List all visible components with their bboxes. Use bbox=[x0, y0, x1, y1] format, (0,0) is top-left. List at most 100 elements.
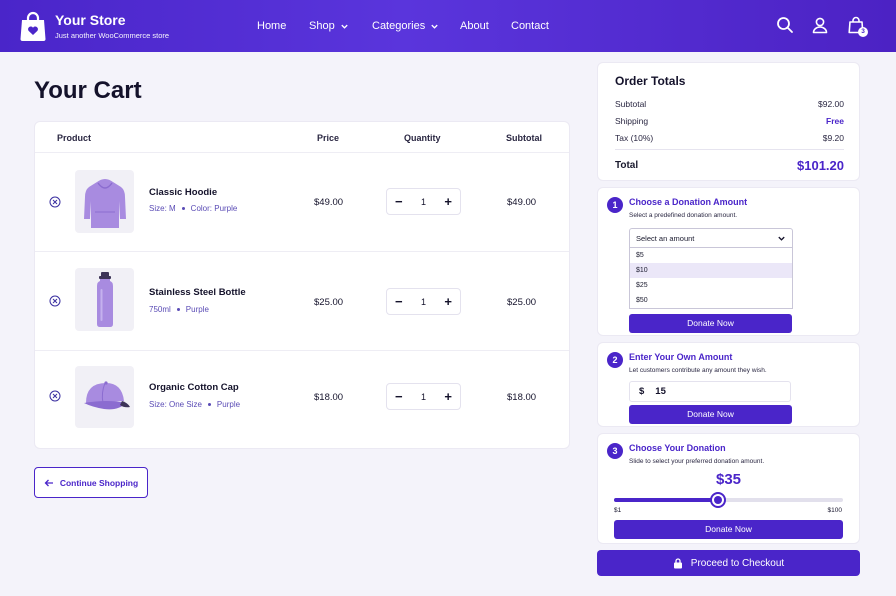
column-header-quantity: Quantity bbox=[404, 133, 441, 143]
increase-button[interactable]: + bbox=[444, 195, 452, 208]
search-icon[interactable] bbox=[776, 16, 794, 34]
total-value: $101.20 bbox=[797, 158, 844, 173]
continue-shopping-button[interactable]: Continue Shopping bbox=[34, 467, 148, 498]
product-price: $18.00 bbox=[314, 392, 344, 403]
donate-now-button[interactable]: Donate Now bbox=[629, 405, 792, 424]
product-variant: Size: One Size bbox=[149, 400, 202, 409]
remove-item-icon[interactable] bbox=[49, 390, 61, 402]
slider-min-label: $1 bbox=[614, 507, 622, 514]
product-price: $49.00 bbox=[314, 197, 344, 208]
quantity-stepper[interactable]: − 1 + bbox=[386, 288, 461, 315]
selected-donation-amount: $35 bbox=[715, 471, 742, 488]
custom-amount-input[interactable]: $ 15 bbox=[629, 381, 791, 402]
quantity-value[interactable]: 1 bbox=[421, 392, 426, 402]
hoodie-image bbox=[83, 178, 126, 228]
amount-value[interactable]: 15 bbox=[655, 386, 666, 397]
separator-dot bbox=[181, 207, 185, 210]
product-subtotal: $25.00 bbox=[507, 297, 537, 308]
divider bbox=[615, 149, 844, 150]
decrease-button[interactable]: − bbox=[395, 195, 403, 208]
product-image-bottle[interactable] bbox=[75, 268, 134, 331]
shipping-label: Shipping bbox=[615, 116, 649, 126]
donation-description: Select a predefined donation amount. bbox=[629, 212, 738, 219]
donation-title: Choose Your Donation bbox=[629, 443, 726, 453]
tax-label: Tax (10%) bbox=[615, 133, 654, 143]
quantity-stepper[interactable]: − 1 + bbox=[386, 383, 461, 410]
nav-label: Shop bbox=[309, 20, 335, 32]
product-name[interactable]: Classic Hoodie bbox=[149, 187, 217, 198]
remove-item-icon[interactable] bbox=[49, 295, 61, 307]
donation-options-list: $5 $10 $25 $50 bbox=[629, 248, 793, 309]
nav-categories[interactable]: Categories bbox=[372, 20, 439, 32]
lock-icon bbox=[673, 557, 682, 568]
brand-name[interactable]: Your Store bbox=[55, 12, 126, 28]
product-meta: 750ml Purple bbox=[149, 305, 209, 314]
subtotal-row: Subtotal $92.00 bbox=[615, 99, 844, 109]
quantity-value[interactable]: 1 bbox=[421, 297, 426, 307]
checkout-label: Proceed to Checkout bbox=[690, 557, 785, 569]
product-variant: Purple bbox=[216, 400, 241, 409]
total-row: Total $101.20 bbox=[615, 158, 844, 173]
bottle-image bbox=[96, 271, 113, 327]
donation-title: Choose a Donation Amount bbox=[629, 197, 748, 207]
chevron-down-icon bbox=[778, 236, 785, 241]
shipping-value: Free bbox=[826, 116, 844, 126]
donation-custom-card: 2 Enter Your Own Amount Let customers co… bbox=[597, 342, 860, 427]
column-header-product: Product bbox=[57, 133, 92, 143]
decrease-button[interactable]: − bbox=[395, 390, 403, 403]
donation-description: Let customers contribute any amount they… bbox=[629, 367, 767, 374]
select-placeholder: Select an amount bbox=[636, 233, 695, 243]
separator-dot bbox=[176, 308, 180, 311]
total-label: Total bbox=[615, 160, 639, 171]
quantity-value[interactable]: 1 bbox=[421, 197, 426, 207]
chevron-down-icon bbox=[341, 24, 348, 29]
increase-button[interactable]: + bbox=[444, 390, 452, 403]
product-image-cap[interactable] bbox=[75, 366, 134, 428]
user-icon[interactable] bbox=[811, 16, 829, 34]
quantity-stepper[interactable]: − 1 + bbox=[386, 188, 461, 215]
continue-shopping-label: Continue Shopping bbox=[59, 477, 139, 488]
donation-amount-select[interactable]: Select an amount bbox=[629, 228, 793, 248]
donate-now-button[interactable]: Donate Now bbox=[614, 520, 843, 539]
remove-item-icon[interactable] bbox=[49, 196, 61, 208]
currency-symbol: $ bbox=[639, 386, 645, 397]
product-image-hoodie[interactable] bbox=[75, 170, 134, 233]
nav-label: Home bbox=[257, 20, 287, 32]
decrease-button[interactable]: − bbox=[395, 295, 403, 308]
site-header: Your Store Just another WooCommerce stor… bbox=[0, 0, 896, 52]
step-number: 2 bbox=[607, 352, 623, 368]
subtotal-value: $92.00 bbox=[818, 99, 844, 109]
nav-shop[interactable]: Shop bbox=[309, 20, 349, 32]
shopping-bag-logo-icon[interactable] bbox=[19, 11, 47, 41]
nav-contact[interactable]: Contact bbox=[511, 20, 549, 32]
donation-option[interactable]: $50 bbox=[630, 293, 792, 308]
donation-slider[interactable] bbox=[614, 492, 843, 508]
cart-count-badge: 3 bbox=[858, 27, 868, 37]
donation-predefined-card: 1 Choose a Donation Amount Select a pred… bbox=[597, 187, 860, 336]
donation-option[interactable]: $5 bbox=[630, 248, 792, 263]
tax-value: $9.20 bbox=[822, 133, 844, 143]
slider-handle[interactable] bbox=[710, 492, 727, 508]
product-subtotal: $49.00 bbox=[507, 197, 537, 208]
donation-option[interactable]: $25 bbox=[630, 278, 792, 293]
column-header-subtotal: Subtotal bbox=[506, 133, 542, 143]
product-name[interactable]: Stainless Steel Bottle bbox=[149, 287, 246, 298]
donate-now-button[interactable]: Donate Now bbox=[629, 314, 792, 333]
nav-home[interactable]: Home bbox=[257, 20, 286, 32]
step-number: 1 bbox=[607, 197, 623, 213]
product-variant: 750ml bbox=[149, 305, 171, 314]
proceed-to-checkout-button[interactable]: Proceed to Checkout bbox=[597, 550, 860, 576]
cart-row: Stainless Steel Bottle 750ml Purple $25.0… bbox=[35, 251, 569, 350]
product-meta: Size: M Color: Purple bbox=[149, 204, 237, 213]
donation-slider-card: 3 Choose Your Donation Slide to select y… bbox=[597, 433, 860, 544]
product-name[interactable]: Organic Cotton Cap bbox=[149, 382, 239, 393]
order-totals-card: Order Totals Subtotal $92.00 Shipping Free… bbox=[597, 62, 860, 181]
separator-dot bbox=[207, 403, 211, 406]
product-meta: Size: One Size Purple bbox=[149, 400, 240, 409]
nav-about[interactable]: About bbox=[460, 20, 489, 32]
donation-option[interactable]: $10 bbox=[630, 263, 792, 278]
subtotal-label: Subtotal bbox=[615, 99, 647, 109]
increase-button[interactable]: + bbox=[444, 295, 452, 308]
donation-title: Enter Your Own Amount bbox=[629, 352, 733, 362]
brand-tagline: Just another WooCommerce store bbox=[55, 31, 170, 40]
